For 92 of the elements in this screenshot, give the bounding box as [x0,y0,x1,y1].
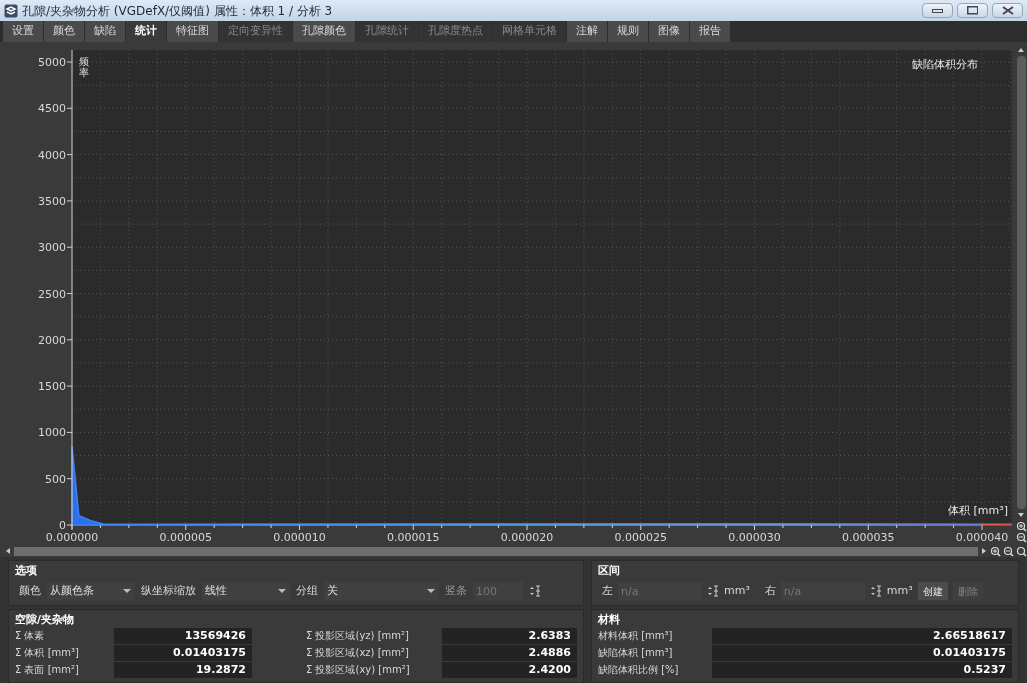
stat-label: Σ 体素 [15,629,46,643]
tab[interactable]: 规则 [608,21,648,42]
chart-title: 缺陷体积分布 [912,58,978,71]
y-tick-label: 1000 [38,426,66,440]
button[interactable]: 创建 [917,582,948,600]
stat-label: Σ 表面 [mm²] [15,663,80,677]
y-tick-label: 4500 [38,102,66,116]
spinner-icon[interactable] [707,585,719,597]
section-title: 空隙/夹杂物 [15,613,76,627]
x-tick-label: 0.000035 [842,531,895,544]
spinner-icon[interactable] [529,585,541,597]
x-tick-label: 0.000010 [273,531,326,544]
tab[interactable]: 缺陷 [85,21,125,42]
y-tick-label: 1500 [38,380,66,394]
tab[interactable]: 注解 [567,21,607,42]
y-tick-label: 500 [45,472,66,486]
zoom-in-icon[interactable] [990,545,1001,557]
value-field: 2.66518617 [712,627,1012,644]
tab[interactable]: 特征图 [167,21,218,42]
y-tick-label: 3500 [38,194,66,208]
maximize-icon [966,6,979,15]
unit-label: mm³ [724,582,750,599]
dropdown[interactable]: 线性 [202,582,290,600]
x-tick-label: 0.000000 [45,531,99,544]
x-axis-title: 体积 [mm³] [948,504,1008,517]
y-tick-label: 5000 [38,56,66,69]
value-field: 19.2872 [114,661,252,678]
field-label: 竖条 [445,582,467,599]
dropdown[interactable]: 关 [324,582,439,600]
field-label: 右 [764,582,776,599]
x-tick-label: 0.000020 [500,531,554,544]
scroll-down-icon[interactable] [1016,511,1026,519]
stat-label: 材料体积 [mm³] [598,629,674,643]
value-field: 2.4200 [442,661,577,678]
close-button[interactable] [992,3,1023,18]
tab[interactable]: 报告 [690,21,730,42]
y-tick-label: 2500 [38,287,66,301]
tab[interactable]: 图像 [649,21,689,42]
stat-label: 缺陷体积 [mm³] [598,646,674,660]
close-icon [1001,6,1014,15]
value-field: 0.5237 [712,661,1012,678]
spinner-icon[interactable] [869,585,882,597]
zoom-reset-icon[interactable] [1016,545,1027,557]
field-label: 颜色 [19,582,41,599]
section-title: 选项 [15,564,38,578]
section-title: 材料 [598,613,621,627]
maximize-button[interactable] [957,3,988,18]
y-tick-label: 2000 [38,333,66,347]
minimize-button[interactable] [922,3,953,18]
x-tick-label: 0.000040 [955,531,1009,544]
value-field: 0.01403175 [712,644,1012,661]
value-field: 2.6383 [442,627,577,644]
stat-label: Σ 投影区域(yz) [mm²] [306,629,410,643]
x-tick-label: 0.000025 [614,531,667,544]
window-title: 孔隙/夹杂物分析 (VGDefX/仅阈值) 属性：体积 1 / 分析 3 [22,2,333,20]
stat-label: 缺陷体积比例 [%] [598,663,680,677]
caret-icon[interactable] [277,587,287,595]
caret-icon[interactable] [426,587,436,595]
stat-label: Σ 投影区域(xy) [mm²] [306,663,411,677]
y-axis-title: 频率 [79,56,89,78]
value-field: 2.4886 [442,644,577,661]
scroll-right-icon[interactable] [980,546,988,556]
tab[interactable]: 孔隙颜色 [293,21,355,42]
dropdown[interactable]: 从颜色条 [47,582,135,600]
field-label: 纵坐标缩放 [141,582,196,599]
x-tick-label: 0.000015 [387,531,440,544]
value-field: 13569426 [114,627,252,644]
field-label: 分组 [296,582,318,599]
x-tick-label: 0.000030 [728,531,781,544]
field-label: 左 [602,582,613,599]
zoom-out-icon[interactable] [1003,545,1014,557]
minimize-icon [932,8,943,13]
value-field: 0.01403175 [114,644,252,661]
unit-label: mm³ [886,582,913,599]
y-tick-label: 4000 [38,148,66,162]
x-tick-label: 0.000005 [159,531,212,544]
section-title: 区间 [598,564,621,578]
vertical-scrollbar-thumb[interactable] [1016,56,1026,509]
stat-label: Σ 体积 [mm³] [15,646,80,660]
tab[interactable]: 颜色 [44,21,84,42]
zoom-out-icon[interactable] [1015,532,1027,543]
app-icon[interactable] [4,3,18,18]
caret-icon[interactable] [122,587,132,595]
zoom-in-icon[interactable] [1015,521,1027,532]
tab[interactable]: 统计 [126,21,166,42]
tab[interactable]: 设置 [3,21,43,42]
stat-label: Σ 投影区域(xz) [mm²] [306,646,410,660]
scroll-up-icon[interactable] [1016,46,1026,54]
y-tick-label: 0 [59,519,66,532]
scroll-left-icon[interactable] [4,546,12,556]
horizontal-scrollbar-thumb[interactable] [14,546,978,556]
y-tick-label: 3000 [38,241,66,255]
